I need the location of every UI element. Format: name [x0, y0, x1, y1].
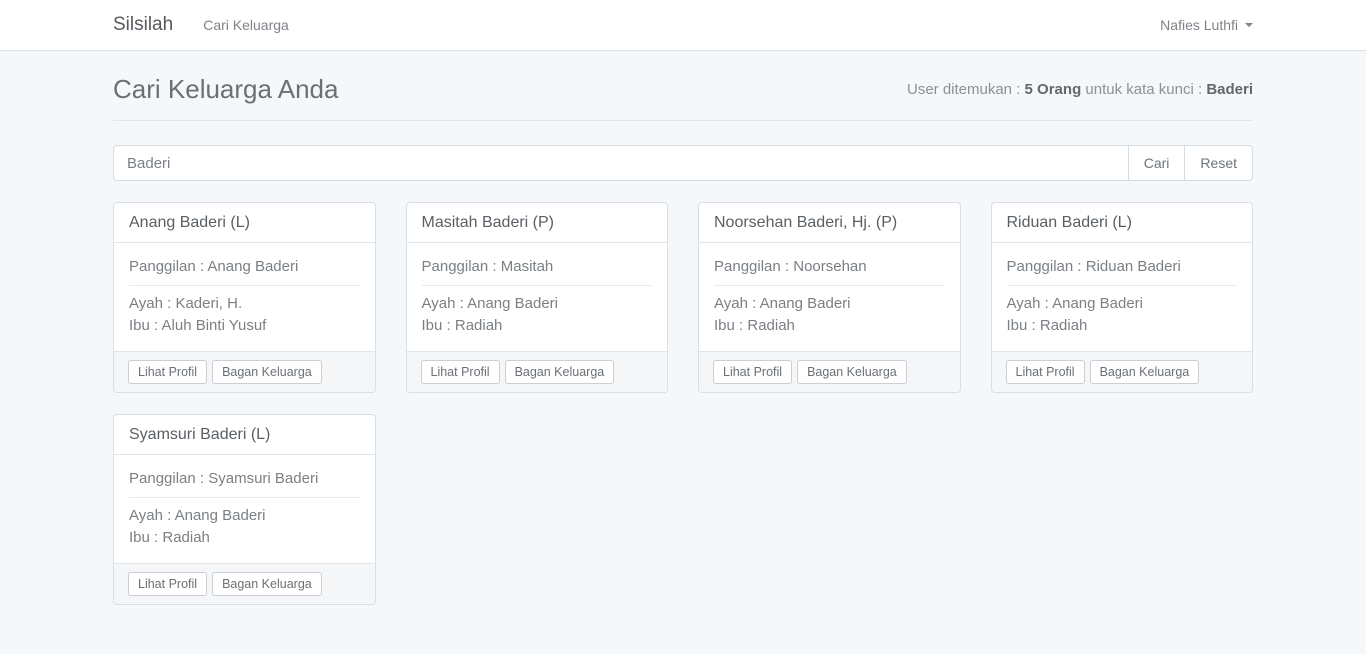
- panggilan-label: Panggilan :: [714, 258, 789, 275]
- ibu-value: Radiah: [162, 529, 210, 546]
- ibu-label: Ibu :: [129, 529, 158, 546]
- ayah-label: Ayah :: [714, 295, 756, 312]
- reset-button[interactable]: Reset: [1184, 145, 1253, 181]
- view-profile-button[interactable]: Lihat Profil: [713, 360, 792, 384]
- family-chart-button[interactable]: Bagan Keluarga: [212, 572, 322, 596]
- ayah-value: Anang Baderi: [1052, 295, 1143, 312]
- family-chart-button[interactable]: Bagan Keluarga: [212, 360, 322, 384]
- ibu-value: Radiah: [455, 317, 503, 334]
- view-profile-button[interactable]: Lihat Profil: [128, 572, 207, 596]
- ibu-label: Ibu :: [1007, 317, 1036, 334]
- search-input[interactable]: [113, 145, 1129, 181]
- result-keyword: Baderi: [1206, 81, 1253, 98]
- panggilan-label: Panggilan :: [129, 470, 204, 487]
- page-title: Cari Keluarga Anda: [113, 74, 338, 105]
- ayah-label: Ayah :: [129, 295, 171, 312]
- person-card: Riduan Baderi (L) Panggilan : Riduan Bad…: [991, 202, 1254, 393]
- divider: [422, 285, 653, 286]
- panggilan-value: Noorsehan: [793, 258, 866, 275]
- panggilan-value: Riduan Baderi: [1086, 258, 1181, 275]
- person-details: Panggilan : Anang Baderi Ayah : Kaderi, …: [114, 243, 375, 351]
- navbar: Silsilah Cari Keluarga Nafies Luthfi: [0, 0, 1366, 51]
- user-name: Nafies Luthfi: [1160, 17, 1238, 33]
- person-details: Panggilan : Riduan Baderi Ayah : Anang B…: [992, 243, 1253, 351]
- ayah-label: Ayah :: [1007, 295, 1049, 312]
- divider: [1007, 285, 1238, 286]
- person-card: Anang Baderi (L) Panggilan : Anang Bader…: [113, 202, 376, 393]
- ayah-value: Anang Baderi: [175, 507, 266, 524]
- ayah-label: Ayah :: [422, 295, 464, 312]
- search-button[interactable]: Cari: [1128, 145, 1186, 181]
- ibu-label: Ibu :: [422, 317, 451, 334]
- ibu-value: Radiah: [747, 317, 795, 334]
- panggilan-label: Panggilan :: [129, 258, 204, 275]
- ayah-label: Ayah :: [129, 507, 171, 524]
- panggilan-value: Anang Baderi: [207, 258, 298, 275]
- person-name: Noorsehan Baderi, Hj. (P): [699, 203, 960, 243]
- card-footer: Lihat Profil Bagan Keluarga: [407, 351, 668, 392]
- divider: [129, 497, 360, 498]
- page-header: Cari Keluarga Anda User ditemukan : 5 Or…: [113, 51, 1253, 121]
- divider: [129, 285, 360, 286]
- ayah-value: Anang Baderi: [467, 295, 558, 312]
- view-profile-button[interactable]: Lihat Profil: [128, 360, 207, 384]
- card-footer: Lihat Profil Bagan Keluarga: [114, 563, 375, 604]
- caret-down-icon: [1245, 23, 1253, 27]
- person-card: Noorsehan Baderi, Hj. (P) Panggilan : No…: [698, 202, 961, 393]
- ibu-label: Ibu :: [714, 317, 743, 334]
- nav-item-cari-keluarga[interactable]: Cari Keluarga: [203, 17, 289, 33]
- person-name: Syamsuri Baderi (L): [114, 415, 375, 455]
- person-details: Panggilan : Masitah Ayah : Anang Baderi …: [407, 243, 668, 351]
- result-count: 5 Orang: [1025, 81, 1082, 98]
- card-footer: Lihat Profil Bagan Keluarga: [114, 351, 375, 392]
- result-middle: untuk kata kunci :: [1085, 81, 1202, 98]
- search-form: Cari Reset: [113, 145, 1253, 181]
- divider: [714, 285, 945, 286]
- card-footer: Lihat Profil Bagan Keluarga: [992, 351, 1253, 392]
- panggilan-value: Syamsuri Baderi: [208, 470, 318, 487]
- person-details: Panggilan : Syamsuri Baderi Ayah : Anang…: [114, 455, 375, 563]
- result-summary: User ditemukan : 5 Orang untuk kata kunc…: [907, 81, 1253, 98]
- panggilan-value: Masitah: [501, 258, 554, 275]
- ayah-value: Kaderi, H.: [175, 295, 242, 312]
- family-chart-button[interactable]: Bagan Keluarga: [1090, 360, 1200, 384]
- view-profile-button[interactable]: Lihat Profil: [421, 360, 500, 384]
- ibu-value: Aluh Binti Yusuf: [162, 317, 267, 334]
- panggilan-label: Panggilan :: [1007, 258, 1082, 275]
- user-dropdown[interactable]: Nafies Luthfi: [1160, 17, 1253, 33]
- ibu-label: Ibu :: [129, 317, 158, 334]
- ibu-value: Radiah: [1040, 317, 1088, 334]
- results-grid: Anang Baderi (L) Panggilan : Anang Bader…: [113, 202, 1253, 645]
- ayah-value: Anang Baderi: [760, 295, 851, 312]
- brand-silsilah[interactable]: Silsilah: [113, 14, 173, 36]
- card-footer: Lihat Profil Bagan Keluarga: [699, 351, 960, 392]
- person-details: Panggilan : Noorsehan Ayah : Anang Bader…: [699, 243, 960, 351]
- person-card: Masitah Baderi (P) Panggilan : Masitah A…: [406, 202, 669, 393]
- panggilan-label: Panggilan :: [422, 258, 497, 275]
- result-prefix: User ditemukan :: [907, 81, 1020, 98]
- person-name: Anang Baderi (L): [114, 203, 375, 243]
- family-chart-button[interactable]: Bagan Keluarga: [505, 360, 615, 384]
- person-name: Masitah Baderi (P): [407, 203, 668, 243]
- person-card: Syamsuri Baderi (L) Panggilan : Syamsuri…: [113, 414, 376, 605]
- view-profile-button[interactable]: Lihat Profil: [1006, 360, 1085, 384]
- person-name: Riduan Baderi (L): [992, 203, 1253, 243]
- family-chart-button[interactable]: Bagan Keluarga: [797, 360, 907, 384]
